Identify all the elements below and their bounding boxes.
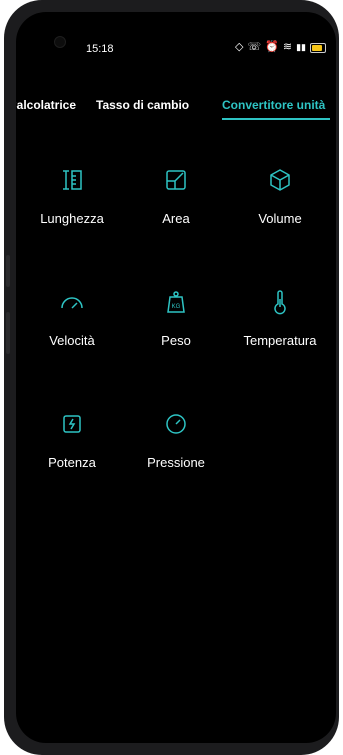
status-time: 15:18: [86, 43, 114, 55]
ruler-icon: [63, 170, 82, 190]
area-icon: [166, 170, 186, 190]
signal-icon: ▮▮: [296, 42, 306, 52]
status-icons: ◇ ☏ ⏰ ≋ ▮▮: [235, 42, 326, 53]
power-button: [6, 312, 10, 354]
tab-calcolatrice[interactable]: Calcolatrice: [16, 98, 76, 112]
category-pressione[interactable]: Pressione: [123, 411, 229, 470]
category-label: Pressione: [147, 455, 205, 470]
cube-icon: [270, 169, 290, 191]
speedometer-icon: [61, 297, 83, 309]
category-label: Lunghezza: [40, 211, 104, 226]
battery-icon: [310, 42, 326, 53]
category-label: Temperatura: [243, 333, 317, 348]
category-potenza[interactable]: Potenza: [19, 411, 125, 470]
category-label: Velocità: [49, 333, 95, 348]
call-icon: ☏: [247, 41, 262, 53]
wifi-icon: ≋: [282, 41, 293, 53]
category-label: Volume: [258, 211, 302, 226]
category-label: Area: [162, 211, 190, 226]
tab-tasso-di-cambio[interactable]: Tasso di cambio: [96, 98, 189, 112]
category-volume[interactable]: Volume: [227, 167, 333, 226]
volume-button: [6, 255, 10, 287]
category-lunghezza[interactable]: Lunghezza: [19, 167, 125, 226]
pressure-gauge-icon: [166, 414, 186, 434]
weight-icon: KG: [167, 291, 185, 313]
tab-bar: Calcolatrice Tasso di cambio Convertitor…: [16, 98, 336, 128]
tab-convertitore-unita[interactable]: Convertitore unità: [222, 98, 325, 112]
thermometer-icon: [274, 290, 286, 315]
category-velocita[interactable]: Velocità: [19, 289, 125, 348]
category-area[interactable]: Area: [123, 167, 229, 226]
app-screen: 15:18 ◇ ☏ ⏰ ≋ ▮▮ Calcolatrice Tasso di c…: [16, 12, 336, 743]
active-tab-indicator: [222, 118, 330, 120]
power-icon: [63, 415, 81, 433]
svg-text:KG: KG: [172, 304, 181, 310]
alarm-icon: ⏰: [265, 41, 279, 53]
phone-frame: 15:18 ◇ ☏ ⏰ ≋ ▮▮ Calcolatrice Tasso di c…: [4, 0, 339, 755]
front-camera: [54, 36, 66, 48]
category-peso[interactable]: KG Peso: [123, 289, 229, 348]
category-label: Peso: [161, 333, 191, 348]
category-label: Potenza: [48, 455, 96, 470]
location-icon: ◇: [234, 41, 244, 53]
category-temperatura[interactable]: Temperatura: [227, 289, 333, 348]
